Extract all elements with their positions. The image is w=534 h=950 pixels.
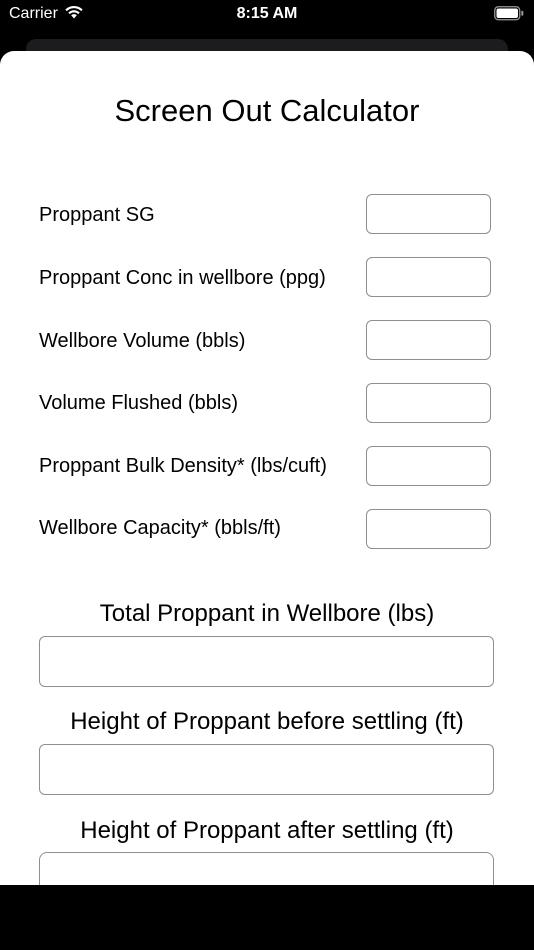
total-proppant-field[interactable] xyxy=(39,636,494,687)
volume-flushed-label: Volume Flushed (bbls) xyxy=(39,392,238,414)
proppant-conc-input[interactable] xyxy=(366,257,491,297)
proppant-sg-label: Proppant SG xyxy=(39,204,155,226)
wellbore-volume-input[interactable] xyxy=(366,320,491,360)
battery-icon xyxy=(494,6,524,26)
bulk-density-input[interactable] xyxy=(366,446,491,486)
volume-flushed-input[interactable] xyxy=(366,383,491,423)
wellbore-capacity-input[interactable] xyxy=(366,509,491,549)
proppant-sg-input[interactable] xyxy=(366,194,491,234)
height-before-settling-field[interactable] xyxy=(39,744,494,795)
proppant-conc-label: Proppant Conc in wellbore (ppg) xyxy=(39,267,326,289)
height-after-settling-label: Height of Proppant after settling (ft) xyxy=(80,817,454,844)
bulk-density-label: Proppant Bulk Density* (lbs/cuft) xyxy=(39,455,327,477)
calculator-sheet: Screen Out Calculator Proppant SG Proppa… xyxy=(0,51,534,885)
total-proppant-label: Total Proppant in Wellbore (lbs) xyxy=(99,600,435,627)
height-before-settling-label: Height of Proppant before settling (ft) xyxy=(70,708,464,735)
wellbore-volume-label: Wellbore Volume (bbls) xyxy=(39,330,246,352)
status-bar: Carrier 8:15 AM xyxy=(0,0,534,30)
page-title: Screen Out Calculator xyxy=(114,93,420,128)
wellbore-capacity-label: Wellbore Capacity* (bbls/ft) xyxy=(39,517,281,539)
clock: 8:15 AM xyxy=(236,5,298,22)
height-after-settling-field[interactable] xyxy=(39,852,494,885)
